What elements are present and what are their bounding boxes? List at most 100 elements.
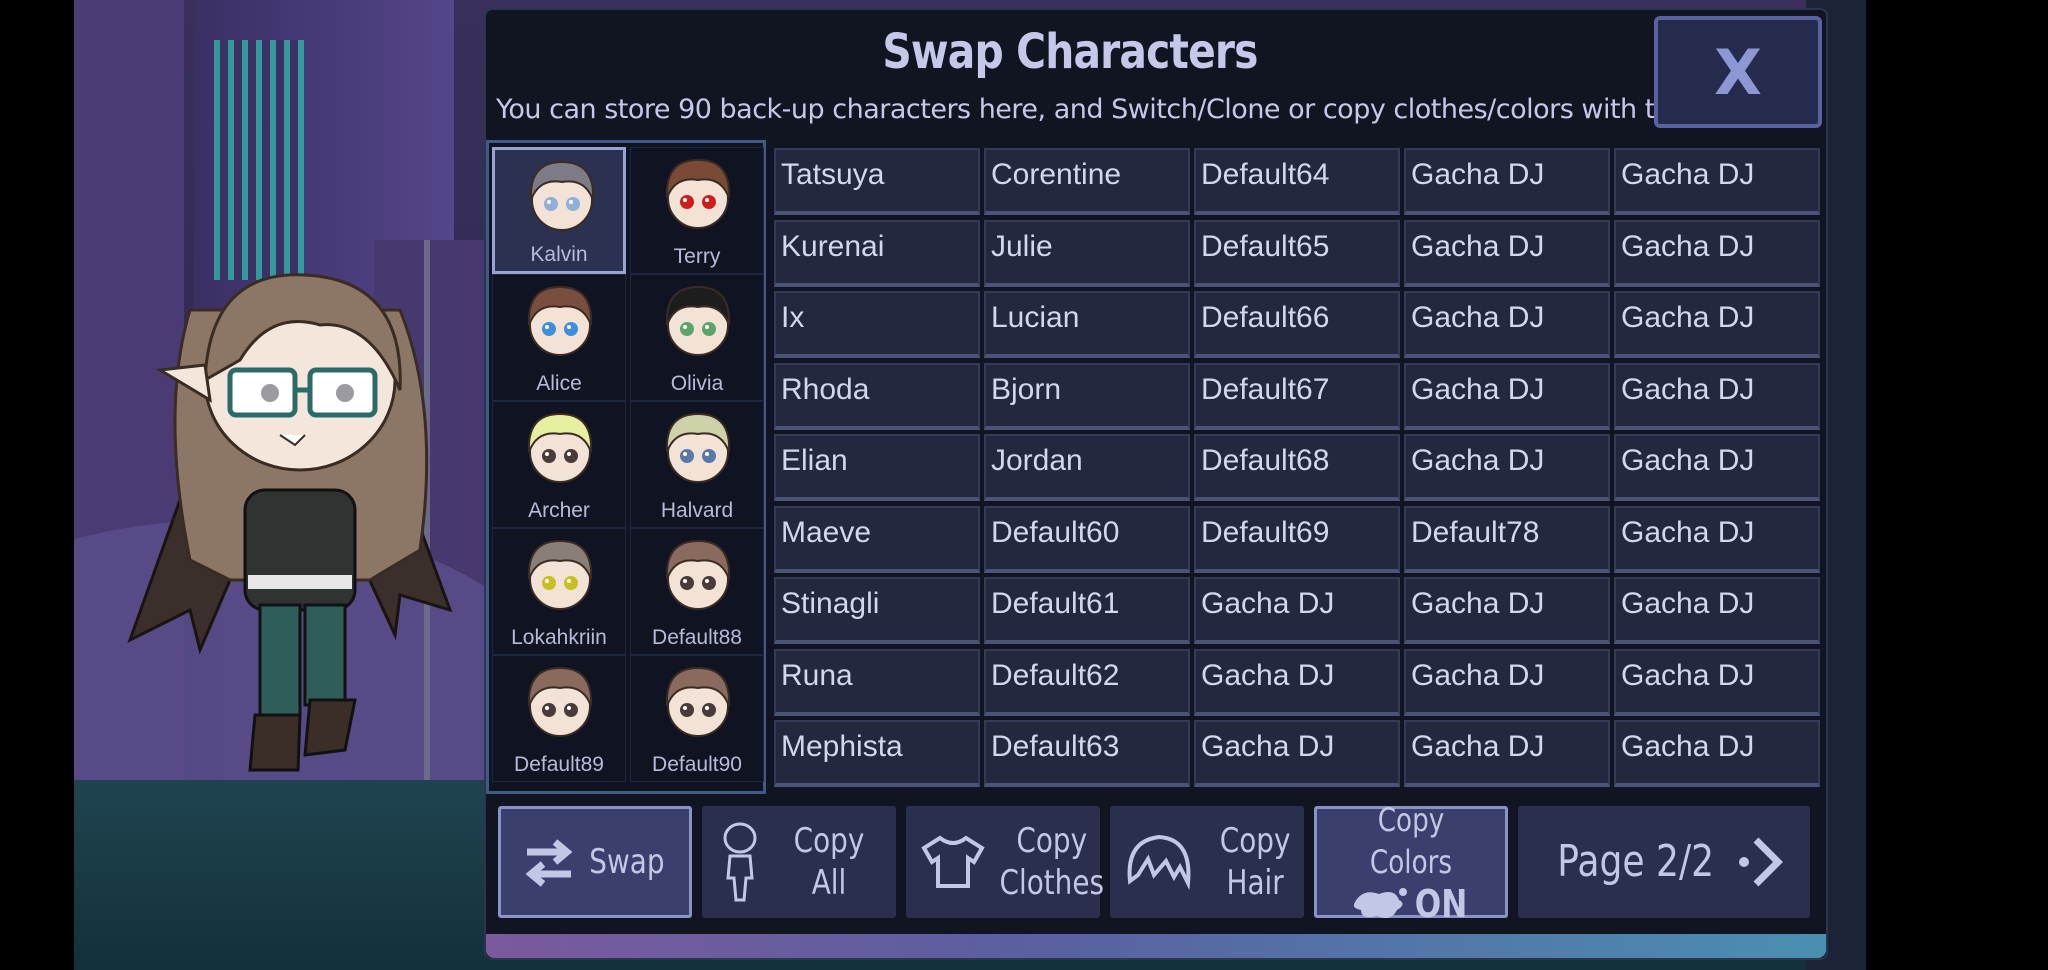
copy-colors-toggle[interactable]: Copy Colors ON <box>1314 801 1508 925</box>
backup-character-cell[interactable]: Gacha DJ <box>1404 362 1610 430</box>
backup-character-cell[interactable]: Kurenai <box>774 219 980 287</box>
backup-character-cell[interactable]: Gacha DJ <box>1404 219 1610 287</box>
backup-character-cell[interactable]: Gacha DJ <box>1404 434 1610 501</box>
backup-character-cell[interactable]: Default64 <box>1194 148 1400 215</box>
shirt-icon <box>921 835 985 888</box>
copy-hair-button[interactable]: Copy Hair <box>1110 806 1304 918</box>
character-slot[interactable]: Default90 <box>630 655 764 782</box>
character-portrait <box>665 412 731 483</box>
next-page-button[interactable]: Page 2/2 <box>1518 806 1810 918</box>
character-slot-name: Kalvin <box>530 243 588 266</box>
character-slot[interactable]: Kalvin <box>492 147 626 274</box>
copy-clothes-button[interactable]: Copy Clothes <box>906 806 1104 918</box>
backup-character-cell[interactable]: Default60 <box>984 505 1190 573</box>
character-slot[interactable]: Archer <box>492 401 626 528</box>
backup-character-cell[interactable]: Mephista <box>774 720 980 787</box>
character-slot[interactable]: Lokahkriin <box>492 528 626 655</box>
character-slot[interactable]: Default89 <box>492 655 626 782</box>
action-toolbar: Swap Copy All Copy Clothes Copy Hair Cop… <box>498 801 1818 925</box>
character-slot-name: Halvard <box>660 499 734 522</box>
backup-character-cell[interactable]: Gacha DJ <box>1194 577 1400 644</box>
backup-character-cell[interactable]: Gacha DJ <box>1614 291 1820 358</box>
character-slot-name: Alice <box>536 372 582 395</box>
backup-character-cell[interactable]: Tatsuya <box>774 148 980 215</box>
backup-character-cell[interactable]: Default68 <box>1194 434 1400 501</box>
copy-hair-button-label: Copy Hair <box>1219 821 1291 903</box>
hair-icon <box>1127 834 1191 891</box>
character-slot[interactable]: Halvard <box>630 401 764 528</box>
character-slot-name: Default90 <box>652 753 742 776</box>
backup-character-cell[interactable]: Bjorn <box>984 362 1190 430</box>
character-portrait <box>665 285 731 356</box>
backup-character-cell[interactable]: Corentine <box>984 148 1190 215</box>
backup-character-cell[interactable]: Stinagli <box>774 577 980 644</box>
character-slot[interactable]: Default88 <box>630 528 764 655</box>
body-outline-icon <box>723 822 757 902</box>
character-slot-name: Olivia <box>670 372 724 395</box>
backup-character-cell[interactable]: Gacha DJ <box>1404 720 1610 787</box>
character-slot-name: Default89 <box>514 753 604 776</box>
bottom-accent-bar <box>486 934 1826 958</box>
backup-character-cell[interactable]: Julie <box>984 219 1190 287</box>
character-portrait <box>665 539 731 610</box>
character-slot-name: Lokahkriin <box>511 626 607 649</box>
backup-character-cell[interactable]: Maeve <box>774 505 980 573</box>
backup-character-cell[interactable]: Default63 <box>984 720 1190 787</box>
close-icon: X <box>1714 35 1762 109</box>
copy-colors-label: Copy Colors <box>1369 801 1453 881</box>
copy-all-button[interactable]: Copy All <box>702 806 896 918</box>
backup-character-cell[interactable]: Jordan <box>984 434 1190 501</box>
backup-character-cell[interactable]: Default78 <box>1404 505 1610 573</box>
backup-character-cell[interactable]: Gacha DJ <box>1614 219 1820 287</box>
backup-character-cell[interactable]: Gacha DJ <box>1614 148 1820 215</box>
character-portrait <box>665 666 731 737</box>
backup-character-cell[interactable]: Rhoda <box>774 362 980 430</box>
backup-character-cell[interactable]: Default66 <box>1194 291 1400 358</box>
character-slot[interactable]: Terry <box>630 147 764 274</box>
backup-character-cell[interactable]: Gacha DJ <box>1614 505 1820 573</box>
character-slot[interactable]: Olivia <box>630 274 764 401</box>
character-portrait <box>527 539 593 610</box>
backup-character-cell[interactable]: Gacha DJ <box>1404 648 1610 716</box>
swap-button[interactable]: Swap <box>498 806 692 918</box>
backup-character-cell[interactable]: Gacha DJ <box>1404 291 1610 358</box>
backup-character-cell[interactable]: Default62 <box>984 648 1190 716</box>
backup-character-cell[interactable]: Gacha DJ <box>1614 434 1820 501</box>
backup-character-cell[interactable]: Gacha DJ <box>1614 577 1820 644</box>
paint-splash-icon <box>1353 888 1407 918</box>
swap-button-label: Swap <box>589 842 665 882</box>
character-slot[interactable]: Alice <box>492 274 626 401</box>
backup-character-cell[interactable]: Runa <box>774 648 980 716</box>
backup-character-cell[interactable]: Gacha DJ <box>1404 148 1610 215</box>
character-slot-name: Default88 <box>652 626 742 649</box>
backup-character-cell[interactable]: Default61 <box>984 577 1190 644</box>
backup-character-table: Tatsuya Corentine Default64 Gacha DJ Gacha D… <box>774 148 1824 787</box>
backup-character-cell[interactable]: Gacha DJ <box>1614 720 1820 787</box>
character-portrait <box>527 666 593 737</box>
character-portrait <box>665 158 731 229</box>
backup-character-cell[interactable]: Gacha DJ <box>1614 362 1820 430</box>
backup-character-cell[interactable]: Default67 <box>1194 362 1400 430</box>
backup-character-cell[interactable]: Gacha DJ <box>1194 648 1400 716</box>
copy-clothes-button-label: Copy Clothes <box>999 821 1105 903</box>
swap-characters-dialog: Swap Characters You can store 90 back-up… <box>484 8 1828 960</box>
backup-character-cell[interactable]: Default65 <box>1194 219 1400 287</box>
character-portrait <box>527 285 593 356</box>
chevron-right-icon <box>1738 837 1783 887</box>
backup-character-cell[interactable]: Gacha DJ <box>1404 577 1610 644</box>
backup-character-cell[interactable]: Elian <box>774 434 980 501</box>
swap-arrows-icon <box>525 839 573 887</box>
backup-character-cell[interactable]: Lucian <box>984 291 1190 358</box>
copy-colors-state: ON <box>1414 882 1468 926</box>
copy-all-button-label: Copy All <box>793 821 865 903</box>
close-button[interactable]: X <box>1654 16 1822 128</box>
dialog-title: Swap Characters <box>882 24 1258 80</box>
character-portrait <box>529 160 595 231</box>
backup-character-cell[interactable]: Default69 <box>1194 505 1400 573</box>
character-portrait <box>527 412 593 483</box>
page-indicator: Page 2/2 <box>1557 836 1715 887</box>
backup-character-cell[interactable]: Gacha DJ <box>1614 648 1820 716</box>
backup-character-cell[interactable]: Ix <box>774 291 980 358</box>
backup-character-cell[interactable]: Gacha DJ <box>1194 720 1400 787</box>
character-preview <box>127 273 453 772</box>
